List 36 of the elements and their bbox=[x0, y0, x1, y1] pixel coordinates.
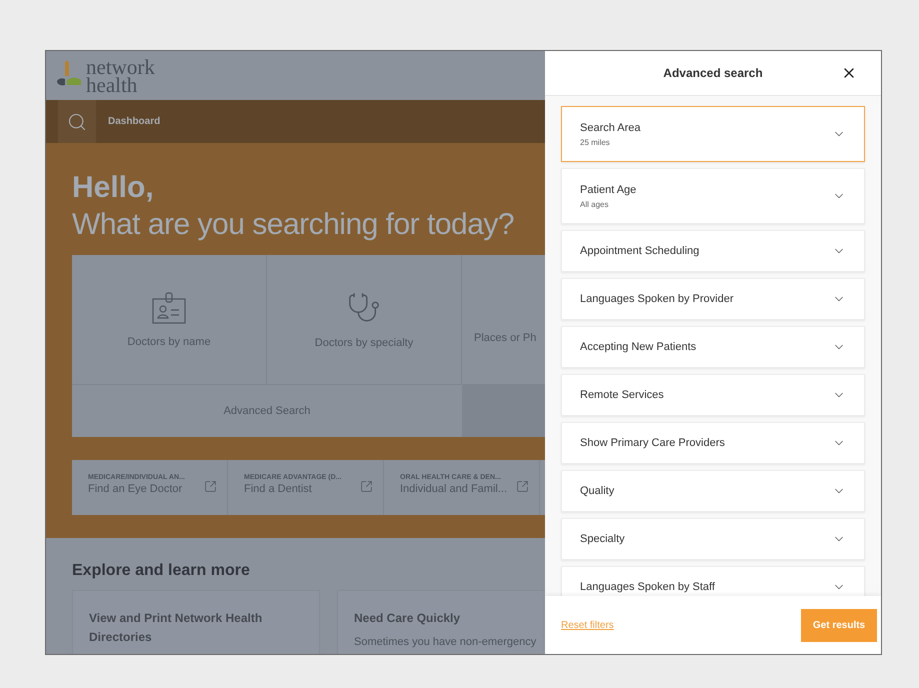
info-card[interactable]: View and Print Network Health Directories bbox=[72, 590, 320, 654]
drawer-title: Advanced search bbox=[663, 66, 763, 80]
search-button[interactable] bbox=[58, 100, 96, 143]
card-title: View and Print Network Health Directories bbox=[89, 610, 264, 646]
stethoscope-icon bbox=[347, 290, 381, 324]
filter-dropdown[interactable]: Languages Spoken by Staff bbox=[561, 566, 865, 596]
link-title: Find an Eye Doctor bbox=[88, 483, 184, 495]
search-tile[interactable]: Doctors by name bbox=[72, 255, 267, 385]
logo-text: network bbox=[86, 58, 155, 76]
reset-filters-link[interactable]: Reset filters bbox=[561, 620, 614, 630]
filter-dropdown[interactable]: Specialty bbox=[561, 518, 865, 560]
filter-dropdown[interactable]: Remote Services bbox=[561, 374, 865, 416]
filter-dropdown[interactable]: Accepting New Patients bbox=[561, 326, 865, 368]
external-link-icon bbox=[516, 480, 529, 493]
filter-dropdown[interactable]: Patient Age All ages bbox=[561, 168, 865, 224]
nav-link[interactable]: Dashboard bbox=[108, 116, 160, 127]
logo-text: health bbox=[86, 76, 138, 94]
section-heading: Explore and learn more bbox=[72, 562, 251, 580]
card-text: Sometimes you have non-emergency bbox=[354, 636, 538, 648]
link-title: Find a Dentist bbox=[244, 483, 313, 495]
hero-question: What are you searching for today? bbox=[72, 207, 516, 243]
external-link-icon bbox=[360, 480, 373, 493]
filter-dropdown[interactable]: Languages Spoken by Provider bbox=[561, 278, 865, 320]
card-title: Need Care Quickly bbox=[354, 610, 462, 627]
external-link-icon bbox=[204, 480, 217, 493]
get-results-button[interactable]: Get results bbox=[801, 608, 877, 642]
id-badge-icon bbox=[152, 292, 186, 324]
search-icon bbox=[67, 112, 87, 132]
link-title: Individual and Famil... bbox=[400, 483, 507, 495]
info-card[interactable]: Need Care Quickly Sometimes you have non-emergency bbox=[337, 590, 545, 654]
filter-dropdown[interactable]: Search Area 25 miles bbox=[561, 106, 865, 162]
greeting: Hello, bbox=[72, 171, 155, 205]
filter-dropdown[interactable]: Show Primary Care Providers bbox=[561, 422, 865, 464]
filter-dropdown[interactable]: Appointment Scheduling bbox=[561, 230, 865, 272]
filter-dropdown[interactable]: Quality bbox=[561, 470, 865, 512]
search-tile[interactable]: Doctors by specialty bbox=[267, 255, 462, 385]
